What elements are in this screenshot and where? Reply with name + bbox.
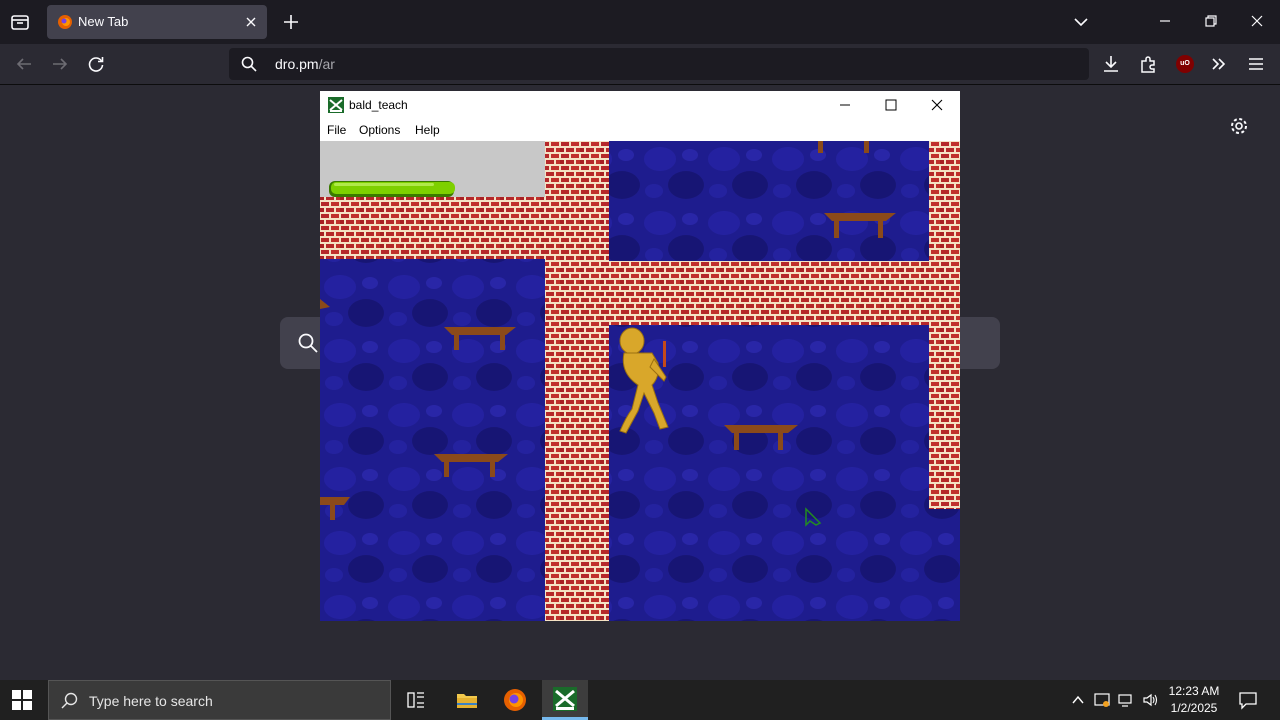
tab-close-icon[interactable] (243, 14, 259, 30)
url-host: dro.pm (275, 56, 319, 72)
volume-icon[interactable] (1142, 692, 1158, 708)
game-window-titlebar[interactable]: bald_teach (320, 91, 960, 119)
task-view-icon[interactable] (404, 688, 428, 712)
browser-tab-strip: New Tab (0, 0, 1280, 44)
file-explorer-icon[interactable] (455, 688, 479, 712)
game-scene (320, 141, 960, 621)
windows-start-icon[interactable] (12, 690, 32, 710)
tab-new-tab[interactable]: New Tab (47, 5, 267, 39)
tab-title: New Tab (78, 14, 129, 29)
url-path: /ar (318, 56, 335, 72)
forward-arrow-icon[interactable] (49, 53, 71, 75)
security-tray-icon[interactable] (1094, 692, 1110, 708)
menu-options[interactable]: Options (359, 123, 400, 137)
taskbar-search-placeholder: Type here to search (89, 693, 213, 709)
more-tools-chevrons-icon[interactable] (1208, 53, 1230, 75)
game-menu-bar: File Options Help (320, 119, 960, 141)
search-icon (61, 692, 78, 709)
minimize-icon[interactable] (1154, 10, 1176, 32)
reload-icon[interactable] (85, 53, 107, 75)
window-close-icon[interactable] (1246, 10, 1268, 32)
firefox-icon (58, 15, 72, 29)
address-bar[interactable]: dro.pm/ar (229, 48, 1089, 80)
hamburger-menu-icon[interactable] (1245, 53, 1267, 75)
ublock-origin-icon[interactable]: uO (1176, 55, 1194, 73)
notifications-icon[interactable] (1238, 690, 1258, 710)
restore-icon[interactable] (1200, 10, 1222, 32)
new-tab-plus-icon[interactable] (280, 11, 302, 33)
search-icon (241, 56, 257, 72)
firefox-taskbar-icon[interactable] (503, 688, 527, 712)
downloads-icon[interactable] (1100, 53, 1122, 75)
bald-teach-taskbar-button[interactable] (542, 680, 588, 720)
search-icon (298, 333, 318, 353)
network-icon[interactable] (1118, 692, 1134, 708)
game-window: bald_teach File Options Help (320, 91, 960, 621)
game-maximize-icon[interactable] (880, 95, 902, 115)
app-icon (328, 97, 344, 113)
windows-taskbar: Type here to search 12:23 AM 1/2/2025 (0, 680, 1280, 720)
tab-list-icon[interactable] (8, 10, 32, 34)
menu-help[interactable]: Help (415, 123, 440, 137)
game-viewport[interactable] (320, 141, 960, 621)
list-all-tabs-chevron-icon[interactable] (1070, 11, 1092, 33)
navigation-toolbar: dro.pm/ar uO (0, 44, 1280, 85)
game-close-icon[interactable] (926, 95, 948, 115)
game-window-title: bald_teach (349, 98, 408, 112)
url-text: dro.pm/ar (275, 56, 335, 72)
taskbar-search-box[interactable]: Type here to search (48, 680, 391, 720)
menu-file[interactable]: File (327, 123, 346, 137)
show-hidden-icons-chevron-icon[interactable] (1070, 692, 1086, 708)
clock-date: 1/2/2025 (1170, 701, 1218, 715)
game-minimize-icon[interactable] (834, 95, 856, 115)
stamina-bar (329, 181, 455, 197)
extensions-puzzle-icon[interactable] (1137, 53, 1159, 75)
back-arrow-icon[interactable] (13, 53, 35, 75)
clock-time: 12:23 AM (1168, 684, 1220, 698)
app-icon (553, 687, 577, 711)
page-settings-gear-icon[interactable] (1229, 116, 1249, 136)
taskbar-clock[interactable]: 12:23 AM 1/2/2025 (1162, 683, 1226, 717)
